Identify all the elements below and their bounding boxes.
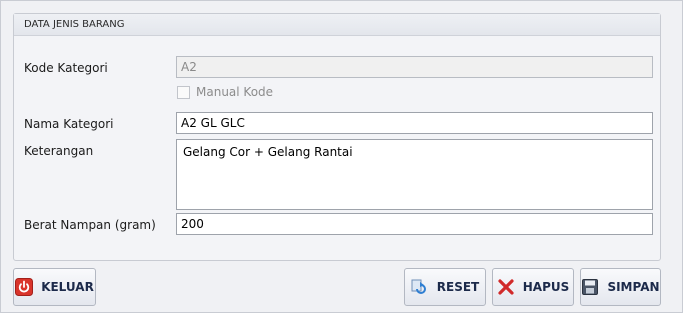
reset-label: RESET [436, 280, 480, 294]
simpan-button[interactable]: SIMPAN [580, 268, 661, 306]
manual-kode-toggle[interactable]: Manual Kode [177, 85, 273, 99]
berat-nampan-field[interactable]: 200 [176, 213, 653, 235]
nama-kategori-label: Nama Kategori [24, 117, 114, 131]
nama-kategori-field[interactable]: A2 GL GLC [176, 112, 653, 134]
save-disk-icon [582, 279, 599, 295]
berat-nampan-label: Berat Nampan (gram) [24, 218, 156, 232]
keluar-label: KELUAR [41, 280, 94, 294]
keterangan-label: Keterangan [24, 144, 94, 158]
manual-kode-label: Manual Kode [196, 85, 274, 99]
simpan-label: SIMPAN [607, 280, 660, 294]
delete-x-icon [498, 279, 514, 295]
hapus-button[interactable]: HAPUS [492, 268, 574, 306]
reset-button[interactable]: RESET [404, 268, 486, 306]
kode-kategori-field[interactable]: A2 [176, 56, 653, 78]
manual-kode-checkbox[interactable] [177, 85, 190, 99]
keluar-button[interactable]: KELUAR [13, 268, 96, 306]
kode-kategori-label: Kode Kategori [24, 61, 108, 75]
refresh-icon [411, 279, 426, 294]
panel-title: DATA JENIS BARANG [14, 14, 660, 36]
power-icon [15, 278, 34, 296]
keterangan-textarea[interactable]: Gelang Cor + Gelang Rantai [176, 139, 653, 210]
hapus-label: HAPUS [522, 280, 570, 294]
